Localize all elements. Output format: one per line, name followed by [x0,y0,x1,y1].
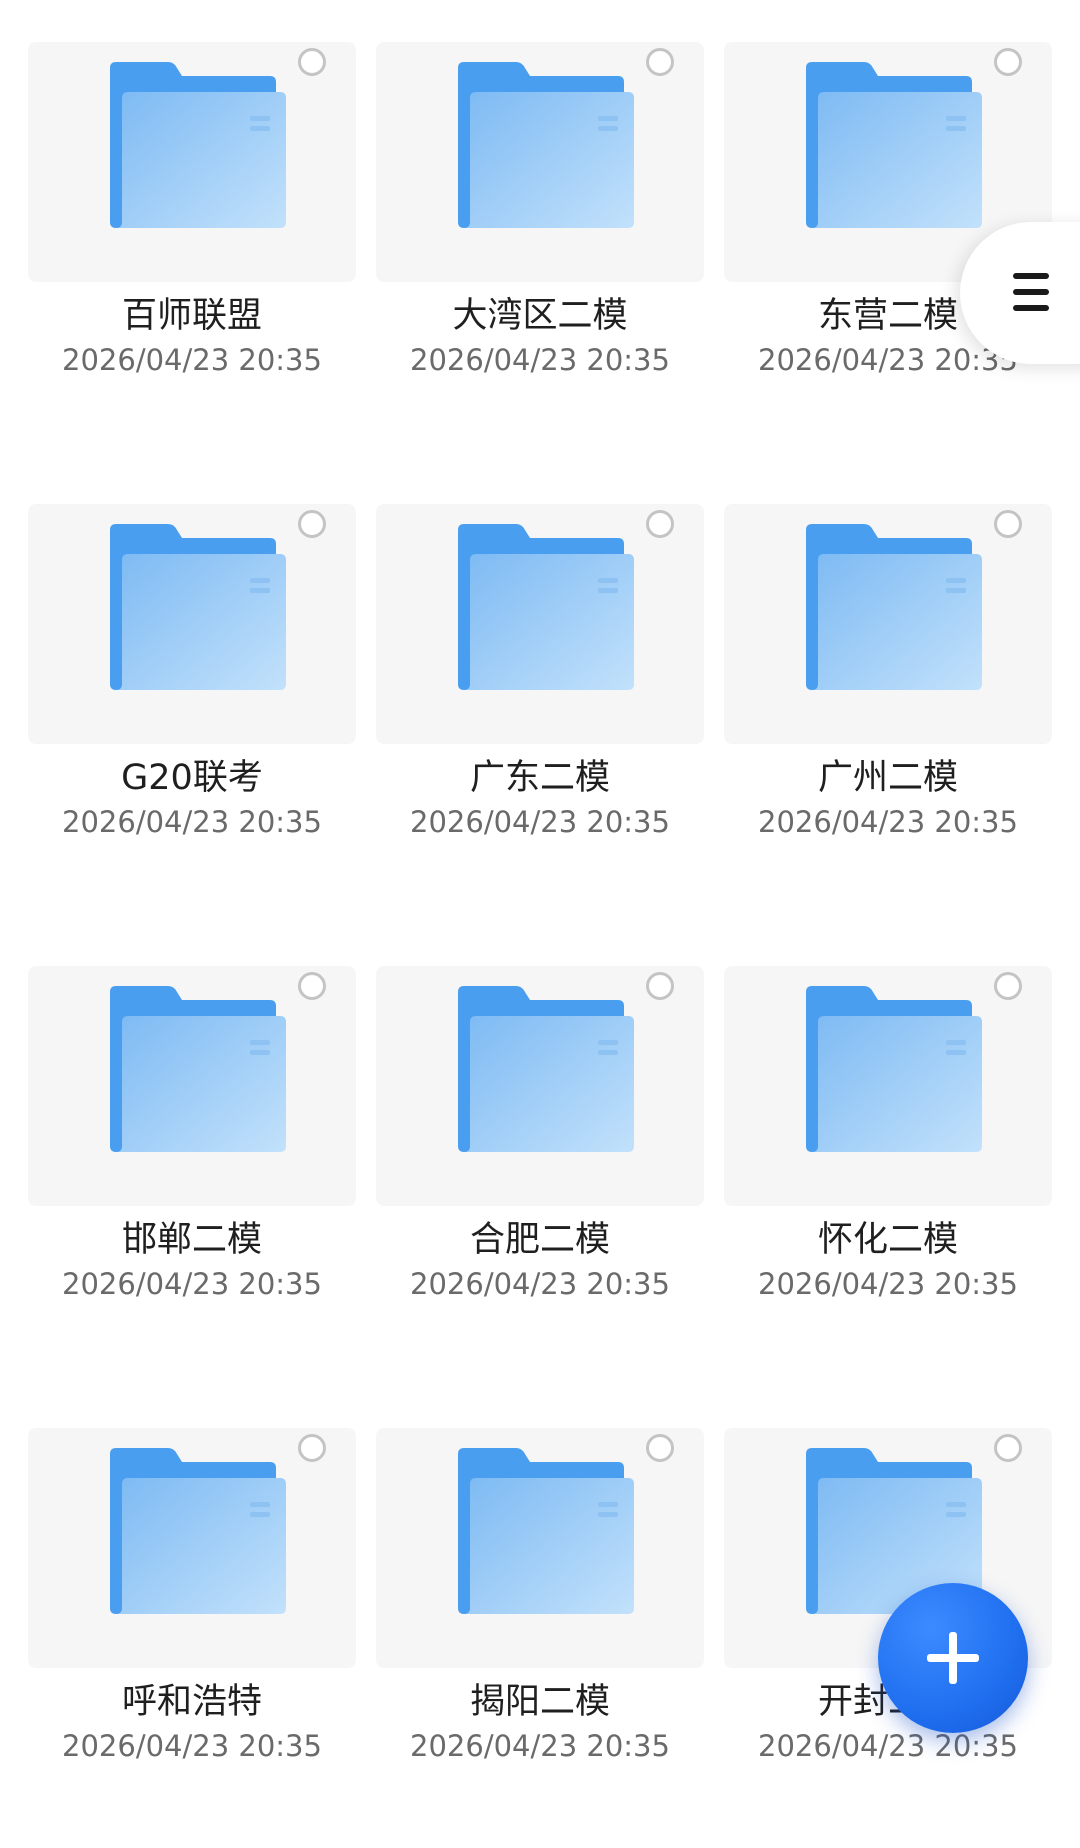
folder-item[interactable]: 呼和浩特 2026/04/23 20:35 [28,1428,356,1848]
folder-date: 2026/04/23 20:35 [758,1267,1018,1301]
folder-thumbnail [376,42,704,282]
folder-item[interactable]: 百师联盟 2026/04/23 20:35 [28,42,356,462]
folder-icon [458,986,634,1152]
folder-name: 广东二模 [469,758,610,798]
selection-circle-icon[interactable] [298,972,326,1000]
folder-item[interactable]: 合肥二模 2026/04/23 20:35 [376,966,704,1386]
selection-circle-icon[interactable] [646,510,674,538]
folder-thumbnail [28,504,356,744]
folder-thumbnail [724,966,1052,1206]
folder-item[interactable]: 邯郸二模 2026/04/23 20:35 [28,966,356,1386]
folder-name: 邯郸二模 [121,1220,262,1260]
folder-name: G20联考 [121,758,263,798]
selection-circle-icon[interactable] [298,510,326,538]
folder-date: 2026/04/23 20:35 [62,1267,322,1301]
folder-thumbnail [28,966,356,1206]
folder-name: 大湾区二模 [452,296,628,336]
folder-item[interactable]: G20联考 2026/04/23 20:35 [28,504,356,924]
folder-name: 百师联盟 [121,296,262,336]
folder-thumbnail [28,1428,356,1668]
folder-thumbnail [376,1428,704,1668]
selection-circle-icon[interactable] [994,1434,1022,1462]
folder-date: 2026/04/23 20:35 [62,805,322,839]
folder-date: 2026/04/23 20:35 [62,1729,322,1763]
folder-date: 2026/04/23 20:35 [758,805,1018,839]
folder-item[interactable]: 揭阳二模 2026/04/23 20:35 [376,1428,704,1848]
folder-name: 呼和浩特 [121,1682,262,1722]
folder-grid: 百师联盟 2026/04/23 20:35 大湾区二模 2026/04/23 20:3… [0,0,1080,1788]
folder-item[interactable]: 广东二模 2026/04/23 20:35 [376,504,704,924]
folder-thumbnail [28,42,356,282]
folder-thumbnail [724,504,1052,744]
folder-name: 怀化二模 [817,1220,958,1260]
selection-circle-icon[interactable] [646,1434,674,1462]
folder-item[interactable]: 广州二模 2026/04/23 20:35 [724,504,1052,924]
selection-circle-icon[interactable] [646,972,674,1000]
folder-icon [110,524,286,690]
folder-icon [110,62,286,228]
menu-icon [1013,273,1049,321]
folder-icon [806,62,982,228]
folder-icon [458,1448,634,1614]
folder-date: 2026/04/23 20:35 [758,1729,1018,1763]
folder-item[interactable]: 怀化二模 2026/04/23 20:35 [724,966,1052,1386]
selection-circle-icon[interactable] [298,1434,326,1462]
folder-thumbnail [376,966,704,1206]
folder-date: 2026/04/23 20:35 [410,805,670,839]
folder-date: 2026/04/23 20:35 [410,1729,670,1763]
selection-circle-icon[interactable] [994,510,1022,538]
selection-circle-icon[interactable] [994,972,1022,1000]
folder-icon [458,62,634,228]
folder-name: 合肥二模 [469,1220,610,1260]
folder-icon [110,986,286,1152]
folder-date: 2026/04/23 20:35 [410,1267,670,1301]
folder-thumbnail [376,504,704,744]
folder-name: 揭阳二模 [469,1682,610,1722]
folder-icon [458,524,634,690]
folder-name: 广州二模 [817,758,958,798]
selection-circle-icon[interactable] [994,48,1022,76]
add-button[interactable] [878,1583,1028,1733]
selection-circle-icon[interactable] [646,48,674,76]
plus-icon [927,1632,979,1684]
folder-date: 2026/04/23 20:35 [410,343,670,377]
selection-circle-icon[interactable] [298,48,326,76]
folder-icon [806,524,982,690]
folder-icon [110,1448,286,1614]
folder-item[interactable]: 大湾区二模 2026/04/23 20:35 [376,42,704,462]
folder-date: 2026/04/23 20:35 [62,343,322,377]
folder-icon [806,986,982,1152]
